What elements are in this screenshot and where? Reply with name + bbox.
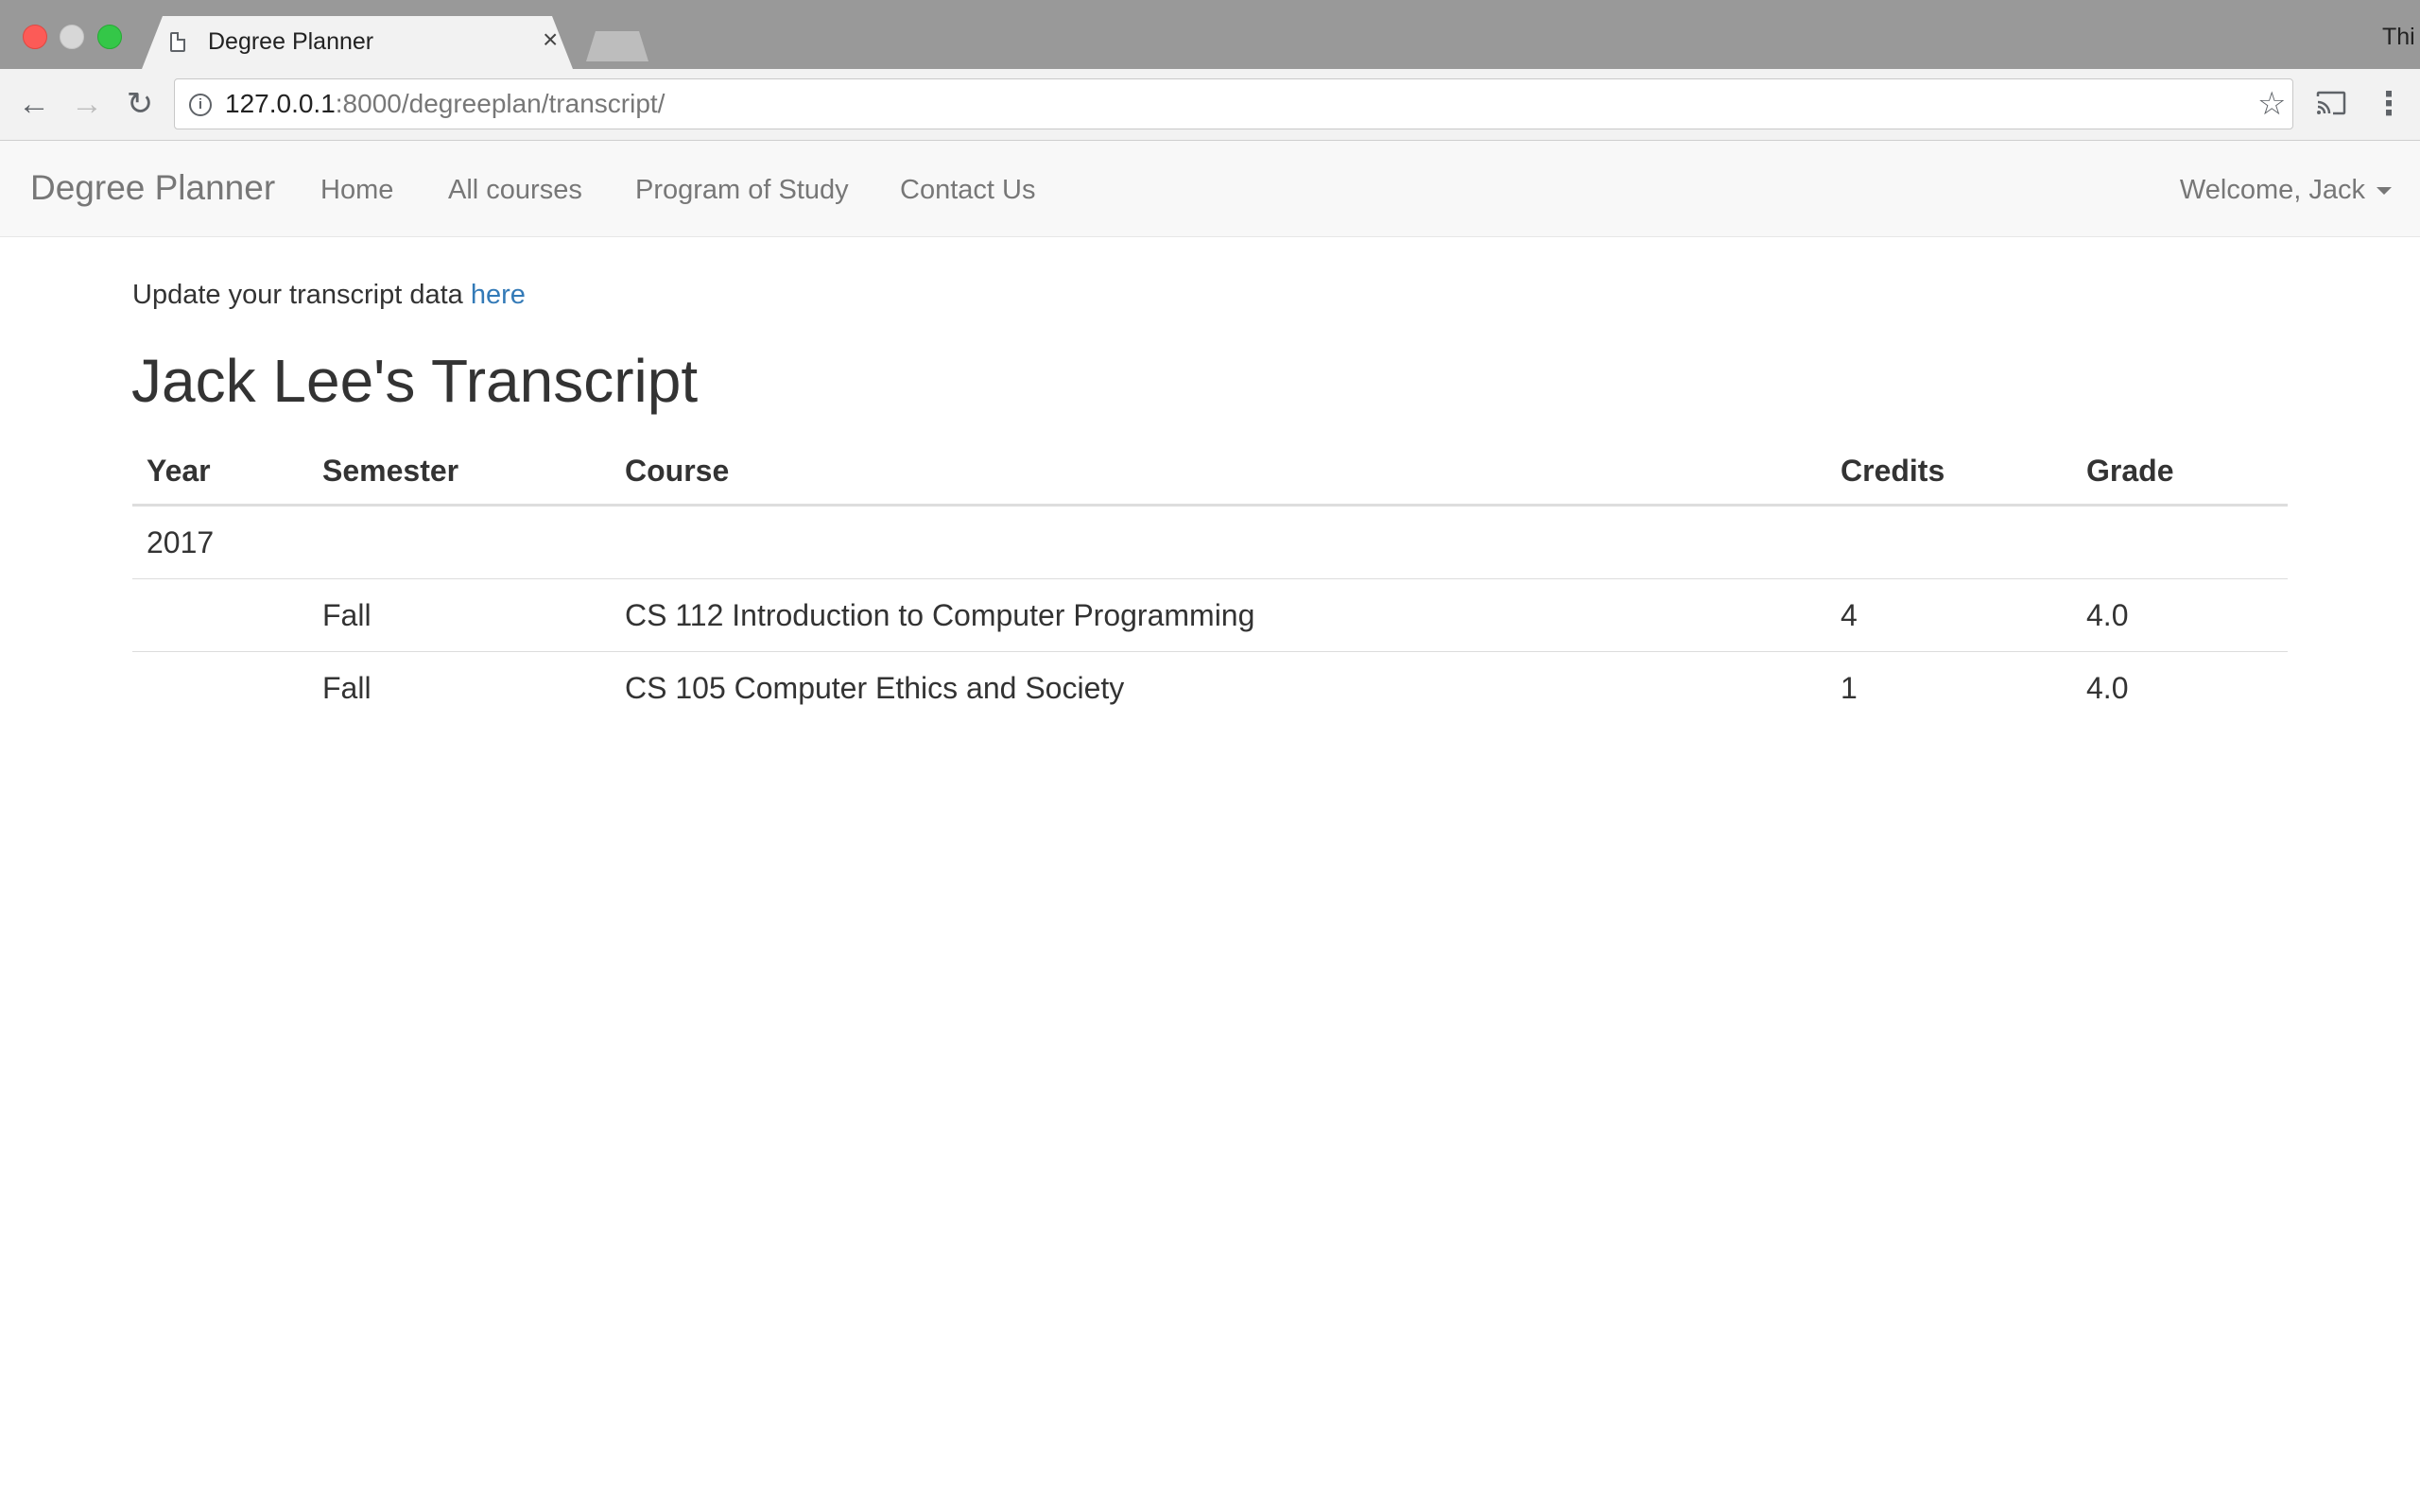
reload-icon[interactable]: ↻: [121, 85, 159, 123]
cell-semester: [308, 505, 611, 579]
navbar-brand[interactable]: Degree Planner: [30, 168, 275, 208]
page-favicon-icon: [170, 32, 185, 52]
cell-year: 2017: [132, 505, 308, 579]
table-row: Fall CS 112 Introduction to Computer Pro…: [132, 578, 2288, 652]
window-minimize-button[interactable]: [60, 25, 84, 49]
tab-title: Degree Planner: [208, 28, 374, 55]
cell-credits: 1: [1841, 670, 1858, 705]
window-zoom-button[interactable]: [97, 25, 122, 49]
update-prefix-text: Update your transcript data: [132, 280, 471, 310]
tab-close-icon[interactable]: ×: [543, 26, 558, 53]
forward-arrow-icon[interactable]: →: [68, 85, 106, 123]
table-row: 2017: [132, 505, 2288, 579]
update-transcript-prompt: Update your transcript data here: [132, 280, 526, 311]
table-header-row: Year Semester Course Credits Grade: [132, 438, 2288, 507]
header-course: Course: [611, 438, 1826, 507]
header-year: Year: [132, 438, 308, 507]
cell-grade: 4.0: [2072, 578, 2288, 652]
nav-link-all-courses[interactable]: All courses: [448, 175, 582, 206]
cell-course: [611, 505, 1826, 579]
cell-credits: [1826, 505, 2072, 579]
cell-semester: Fall: [322, 670, 372, 705]
nav-link-home[interactable]: Home: [320, 175, 393, 206]
browser-menu-icon[interactable]: ⋮: [2373, 85, 2405, 123]
profile-label[interactable]: Thi: [2382, 24, 2420, 51]
transcript-table: Year Semester Course Credits Grade 2017 …: [132, 438, 2288, 724]
header-grade: Grade: [2072, 438, 2288, 507]
cell-grade: 4.0: [2086, 670, 2129, 705]
back-arrow-icon[interactable]: ←: [15, 85, 53, 123]
cast-icon[interactable]: [2316, 91, 2346, 115]
header-semester: Semester: [308, 438, 611, 507]
bookmark-star-icon[interactable]: ☆: [2257, 85, 2286, 123]
cell-course: CS 112 Introduction to Computer Programm…: [611, 578, 1826, 652]
header-credits: Credits: [1826, 438, 2072, 507]
cell-credits: 4: [1826, 578, 2072, 652]
cell-course: CS 105 Computer Ethics and Society: [625, 670, 1125, 705]
url-path: :8000/degreeplan/transcript/: [335, 89, 666, 118]
url-text[interactable]: 127.0.0.1:8000/degreeplan/transcript/: [225, 89, 665, 119]
nav-link-program-of-study[interactable]: Program of Study: [635, 175, 849, 206]
nav-link-contact-us[interactable]: Contact Us: [900, 175, 1035, 206]
cell-year: [132, 652, 308, 725]
welcome-label: Welcome, Jack: [2179, 175, 2365, 205]
caret-down-icon: [2377, 187, 2392, 196]
site-info-icon[interactable]: i: [189, 94, 212, 116]
url-host: 127.0.0.1: [225, 89, 336, 118]
cell-grade: [2072, 505, 2288, 579]
cell-year: [132, 578, 308, 652]
table-row: Fall CS 105 Computer Ethics and Society …: [132, 652, 2288, 725]
user-menu-dropdown[interactable]: Welcome, Jack: [2180, 175, 2392, 206]
new-tab-button[interactable]: [586, 31, 648, 61]
page-title: Jack Lee's Transcript: [131, 347, 699, 415]
window-close-button[interactable]: [23, 25, 47, 49]
update-transcript-link[interactable]: here: [471, 280, 526, 310]
cell-semester: Fall: [308, 578, 611, 652]
